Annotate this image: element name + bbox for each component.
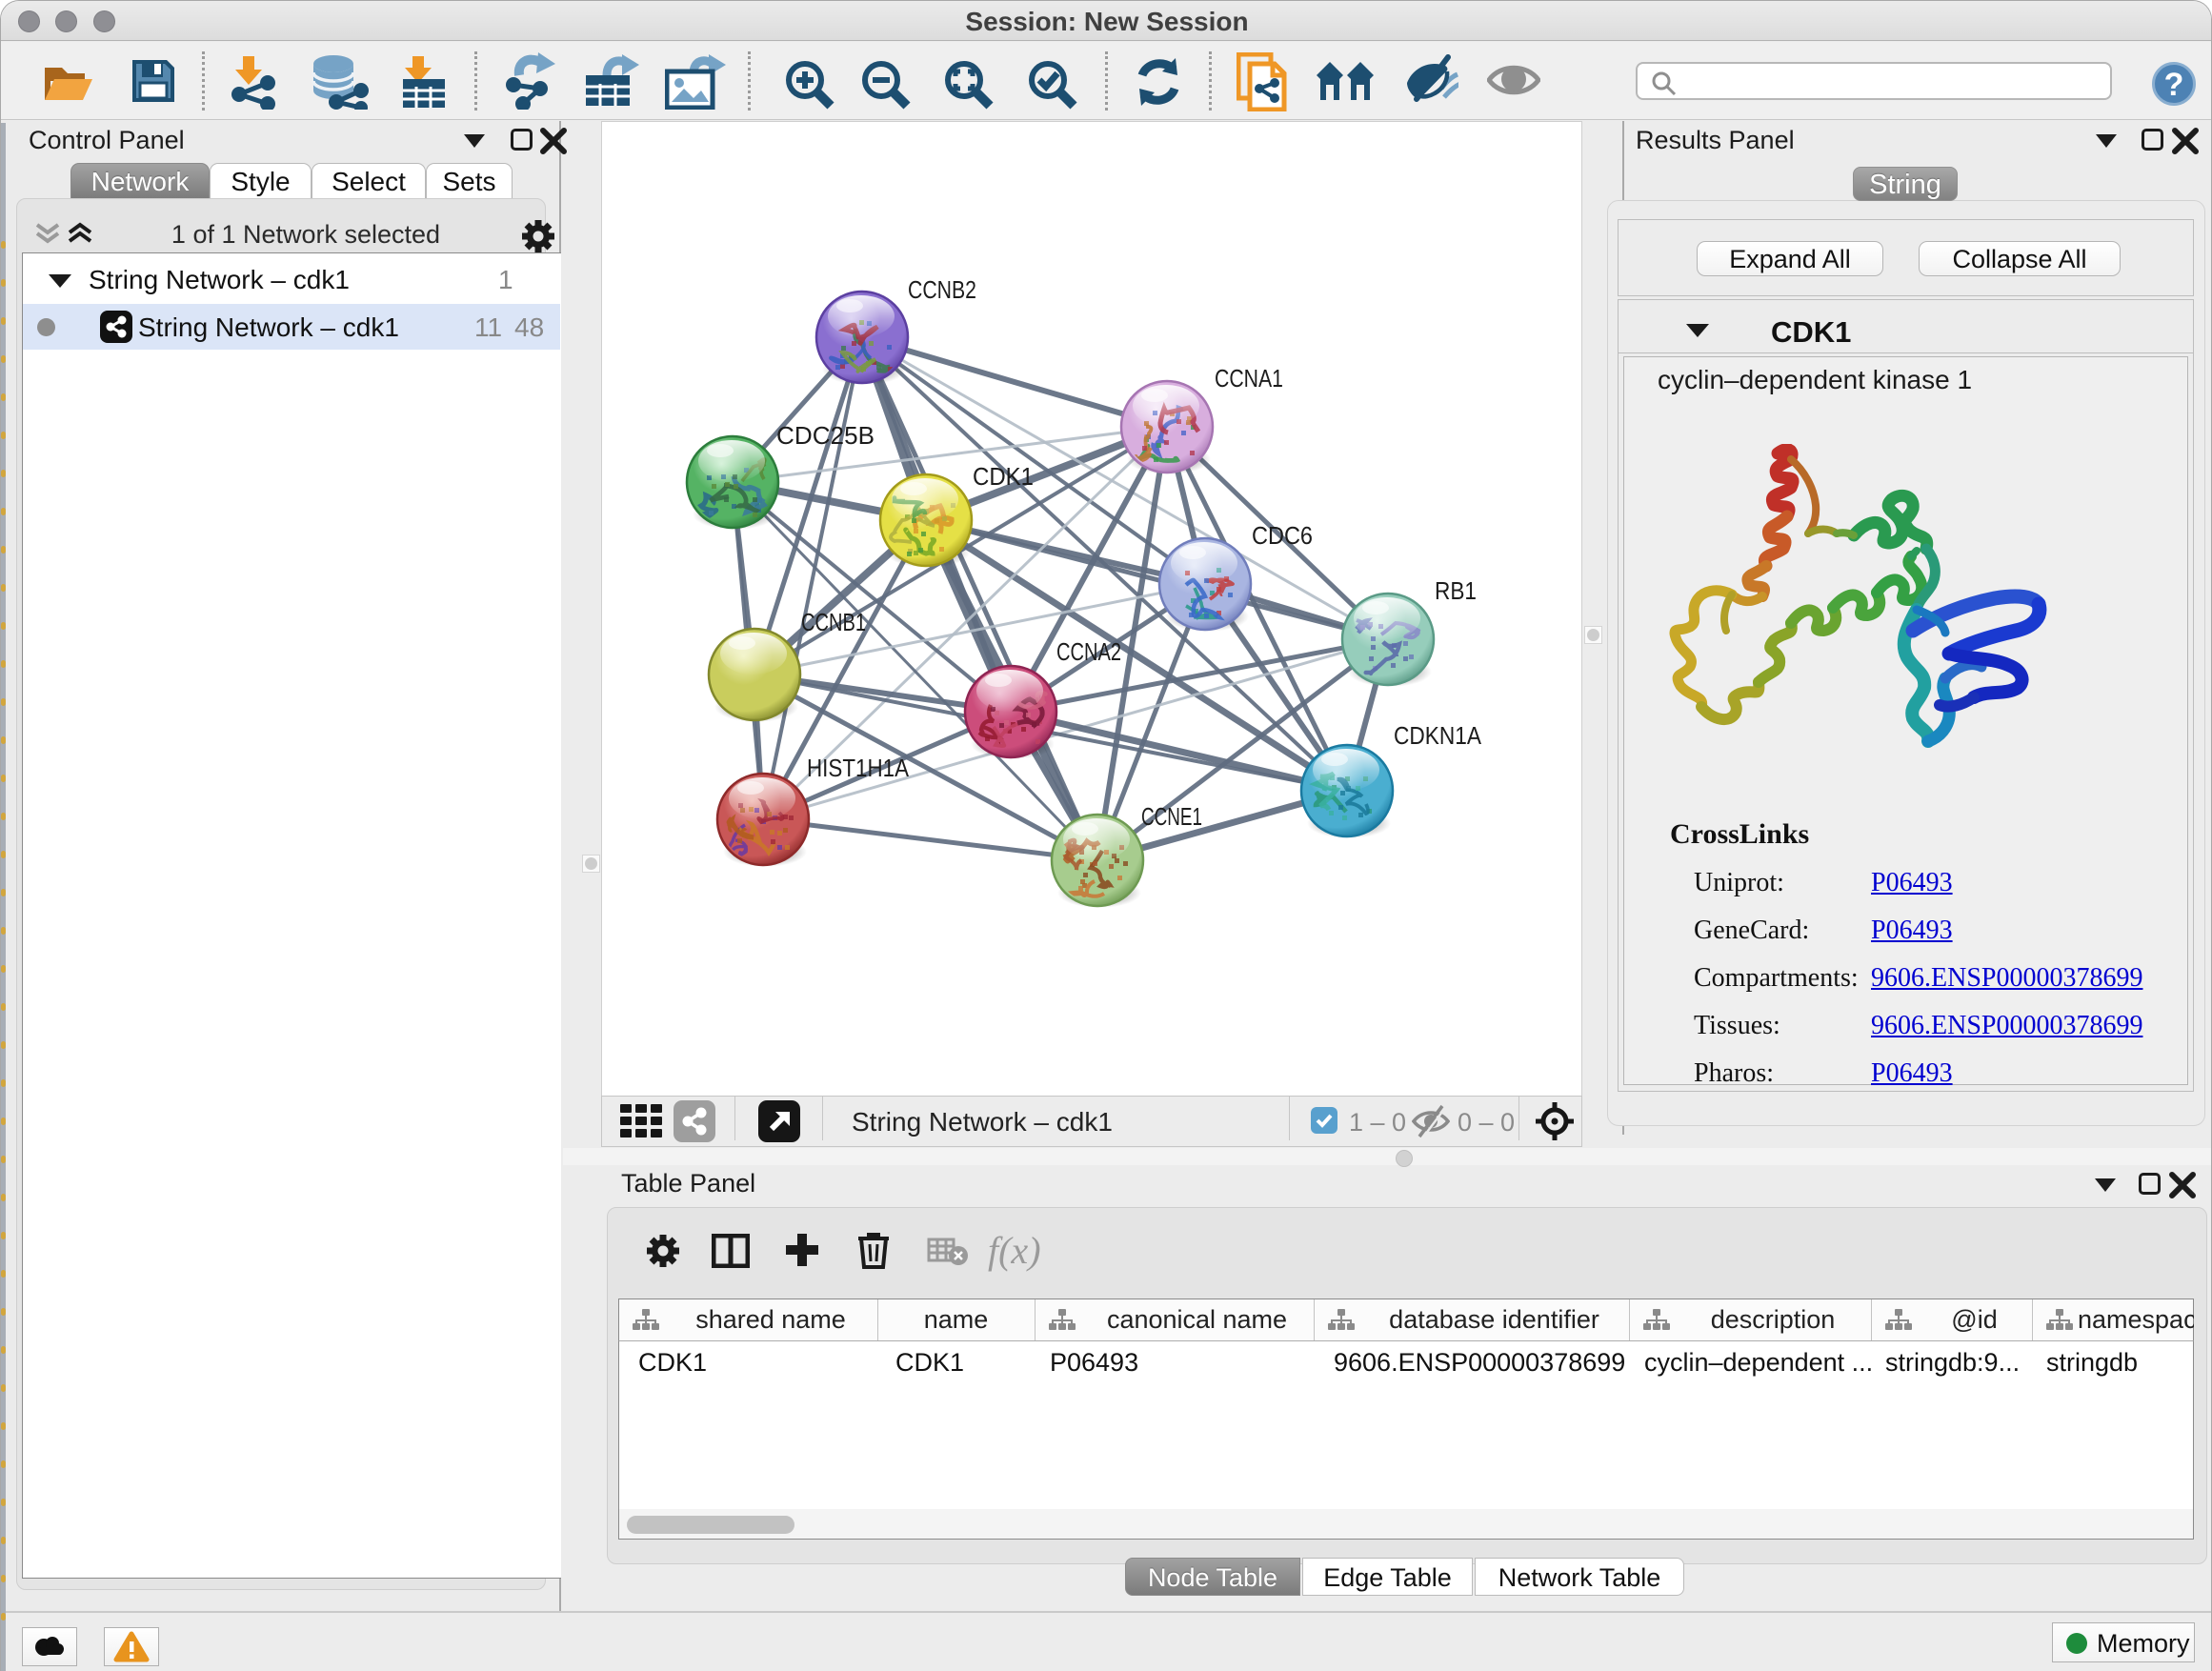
svg-text:CDC25B: CDC25B — [776, 421, 875, 450]
svg-text:CDC6: CDC6 — [1252, 521, 1313, 550]
svg-text:CCNB1: CCNB1 — [801, 608, 866, 636]
svg-text:CCNE1: CCNE1 — [1141, 802, 1202, 831]
svg-text:RB1: RB1 — [1435, 576, 1477, 605]
svg-text:CCNA1: CCNA1 — [1215, 364, 1283, 393]
svg-text:HIST1H1A: HIST1H1A — [807, 754, 910, 782]
svg-text:CDKN1A: CDKN1A — [1394, 721, 1482, 750]
svg-text:CCNA2: CCNA2 — [1056, 637, 1121, 666]
svg-text:CCNB2: CCNB2 — [908, 275, 976, 304]
svg-text:CDK1: CDK1 — [973, 462, 1034, 491]
